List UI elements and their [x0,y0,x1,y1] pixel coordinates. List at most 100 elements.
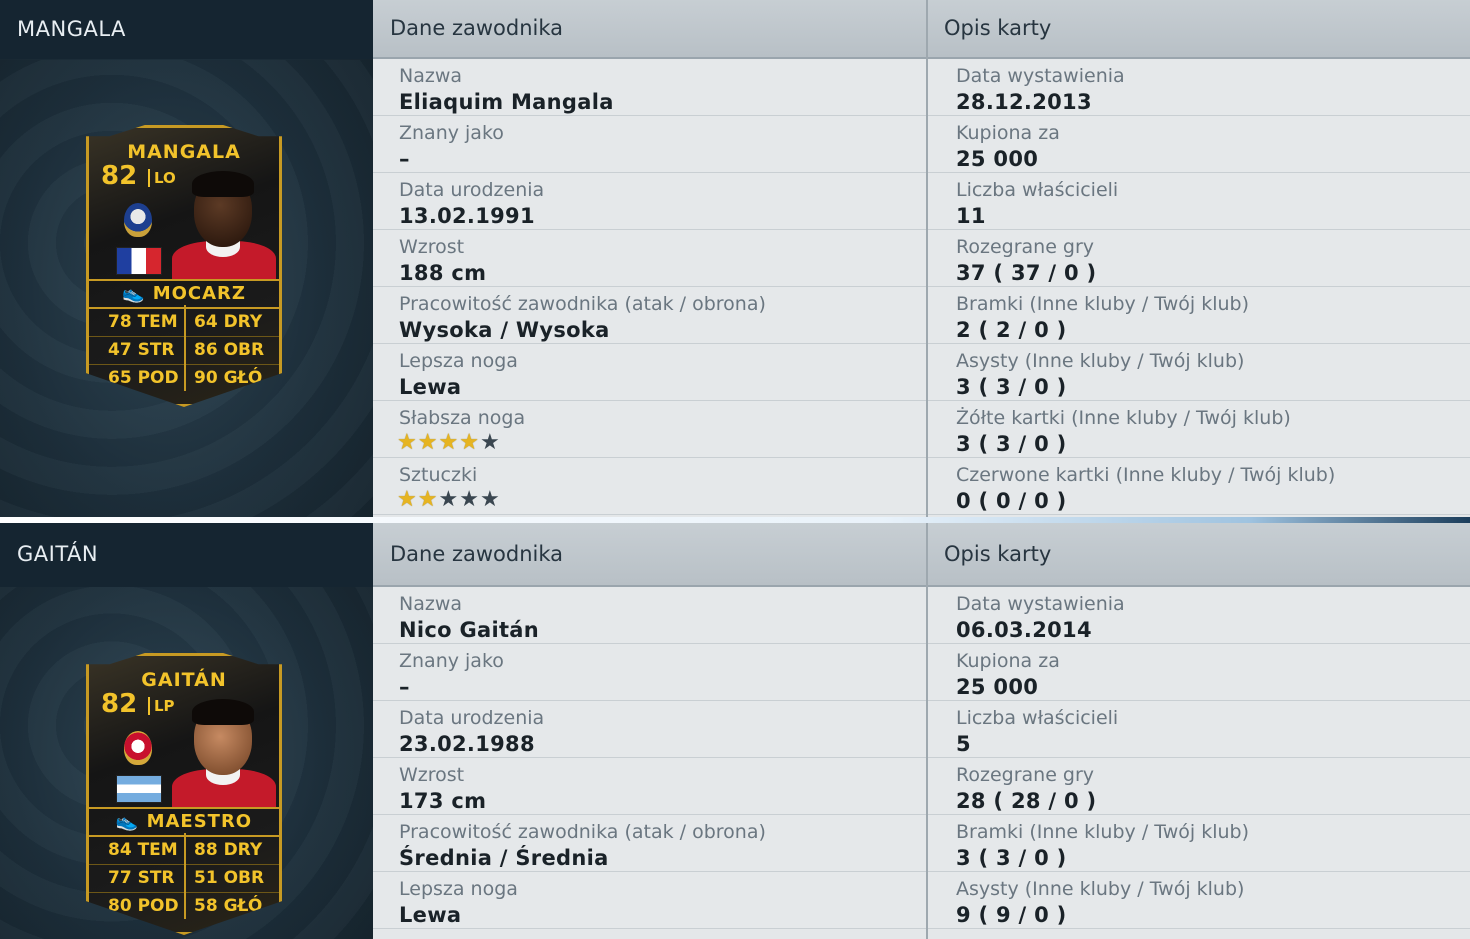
stats-divider [184,305,186,391]
info-value: 25 000 [956,675,1039,699]
info-value: 25 000 [956,147,1039,171]
player-card[interactable]: MANGALA 82 LO 👟 MOCARZ 78 TEM 64 DRY 47 S… [86,125,282,407]
info-row: Liczba właścicieli 11 [928,173,1470,230]
card-rating: 82 [101,689,138,719]
argentina-flag-icon [116,775,162,803]
star-filled-icon: ★ [397,430,418,455]
info-label: Wzrost [399,236,465,258]
star-empty-icon: ★ [459,487,480,512]
info-value: – [399,147,410,171]
info-row: Wzrost 173 cm [373,758,927,815]
info-label: Data urodzenia [399,179,545,201]
player-card[interactable]: GAITÁN 82 LP 👟 MAESTRO 84 TEM 88 DRY 77 S… [86,653,282,935]
info-label: Znany jako [399,122,504,144]
info-row: Nazwa Eliaquim Mangala [373,59,927,116]
info-value: 28 ( 28 / 0 ) [956,789,1097,813]
info-value: 3 ( 3 / 0 ) [956,375,1067,399]
stats-divider [184,833,186,919]
fc-porto-badge-icon [124,203,152,237]
info-row: Data urodzenia 13.02.1991 [373,173,927,230]
player-photo [168,171,278,279]
info-label: Asysty (Inne kluby / Twój klub) [956,878,1245,900]
star-empty-icon: ★ [479,430,501,455]
card-player-name: GAITÁN [141,669,227,691]
info-value: 23.02.1988 [399,732,535,756]
info-label: Bramki (Inne kluby / Twój klub) [956,293,1249,315]
star-filled-icon: ★ [438,430,460,455]
stat-dribbling: 64 DRY [194,312,263,332]
player-panel-1: MANGALA Dane zawodnika Opis karty MANGAL… [0,0,1470,517]
info-row: Data urodzenia 23.02.1988 [373,701,927,758]
info-label: Bramki (Inne kluby / Twój klub) [956,821,1249,843]
info-row: Lepsza noga Lewa [373,872,927,929]
info-row: Czerwone kartki (Inne kluby / Twój klub)… [928,458,1470,515]
info-label: Sztuczki [399,464,478,486]
info-label: Pracowitość zawodnika (atak / obrona) [399,821,766,843]
info-label: Pracowitość zawodnika (atak / obrona) [399,293,766,315]
info-label: Rozegrane gry [956,764,1095,786]
info-label: Nazwa [399,593,463,615]
info-row: Nazwa Nico Gaitán [373,587,927,644]
section-header-card-info: Opis karty [927,523,1470,587]
info-value: 11 [956,204,986,228]
player-header: MANGALA [0,0,373,59]
section-header-card-info: Opis karty [927,0,1470,59]
info-value: 173 cm [399,789,487,813]
card-rating: 82 [101,161,138,191]
info-row: Rozegrane gry 28 ( 28 / 0 ) [928,758,1470,815]
info-row: Lepsza noga Lewa [373,344,927,401]
info-row: Pracowitość zawodnika (atak / obrona) Śre… [373,815,927,872]
info-row: Sztuczki ★★★★★ [373,458,927,515]
info-value: 188 cm [399,261,487,285]
player-panel-2: GAITÁN Dane zawodnika Opis karty GAITÁN … [0,523,1470,939]
info-label: Data wystawienia [956,65,1125,87]
info-label: Czerwone kartki (Inne kluby / Twój klub) [956,464,1336,486]
info-row: Asysty (Inne kluby / Twój klub) 9 ( 9 / 0… [928,872,1470,929]
stat-pace: 78 TEM [108,312,178,332]
info-label: Liczba właścicieli [956,707,1119,729]
star-filled-icon: ★ [397,487,418,512]
info-value: 0 ( 0 / 0 ) [956,489,1067,513]
info-row: Data wystawienia 06.03.2014 [928,587,1470,644]
info-label: Data wystawienia [956,593,1125,615]
info-row: Wzrost 188 cm [373,230,927,287]
info-label: Wzrost [399,764,465,786]
info-value: Średnia / Średnia [399,846,609,870]
info-label: Lepsza noga [399,350,518,372]
info-row: Liczba właścicieli 5 [928,701,1470,758]
info-value: 9 ( 9 / 0 ) [956,903,1067,927]
info-row: Data wystawienia 28.12.2013 [928,59,1470,116]
stat-shooting: 77 STR [108,868,175,888]
info-value: Lewa [399,375,462,399]
star-filled-icon: ★ [417,430,439,455]
info-label: Rozegrane gry [956,236,1095,258]
benfica-badge-icon [124,731,152,765]
info-label: Data urodzenia [399,707,545,729]
info-row: Rozegrane gry 37 ( 37 / 0 ) [928,230,1470,287]
boot-icon: 👟 [115,811,147,832]
star-empty-icon: ★ [438,487,460,512]
info-row: Kupiona za 25 000 [928,116,1470,173]
weak-foot-stars: ★★★★★ [397,430,501,455]
info-value: 06.03.2014 [956,618,1092,642]
stat-shooting: 47 STR [108,340,175,360]
info-row: Znany jako – [373,644,927,701]
info-label: Znany jako [399,650,504,672]
info-value: Eliaquim Mangala [399,90,614,114]
info-value: 3 ( 3 / 0 ) [956,432,1067,456]
star-filled-icon: ★ [459,430,480,455]
info-label: Lepsza noga [399,878,518,900]
info-label: Kupiona za [956,650,1060,672]
info-label: Liczba właścicieli [956,179,1119,201]
skill-moves-stars: ★★★★★ [397,487,501,512]
player-photo [168,699,278,807]
info-row: Pracowitość zawodnika (atak / obrona) Wys… [373,287,927,344]
info-row: Słabsza noga ★★★★★ [373,401,927,458]
player-header: GAITÁN [0,523,373,587]
info-value: Nico Gaitán [399,618,540,642]
chemistry-label: MOCARZ [152,283,246,304]
info-row: Znany jako – [373,116,927,173]
info-label: Nazwa [399,65,463,87]
info-value: 28.12.2013 [956,90,1092,114]
info-label: Żółte kartki (Inne kluby / Twój klub) [956,407,1291,429]
